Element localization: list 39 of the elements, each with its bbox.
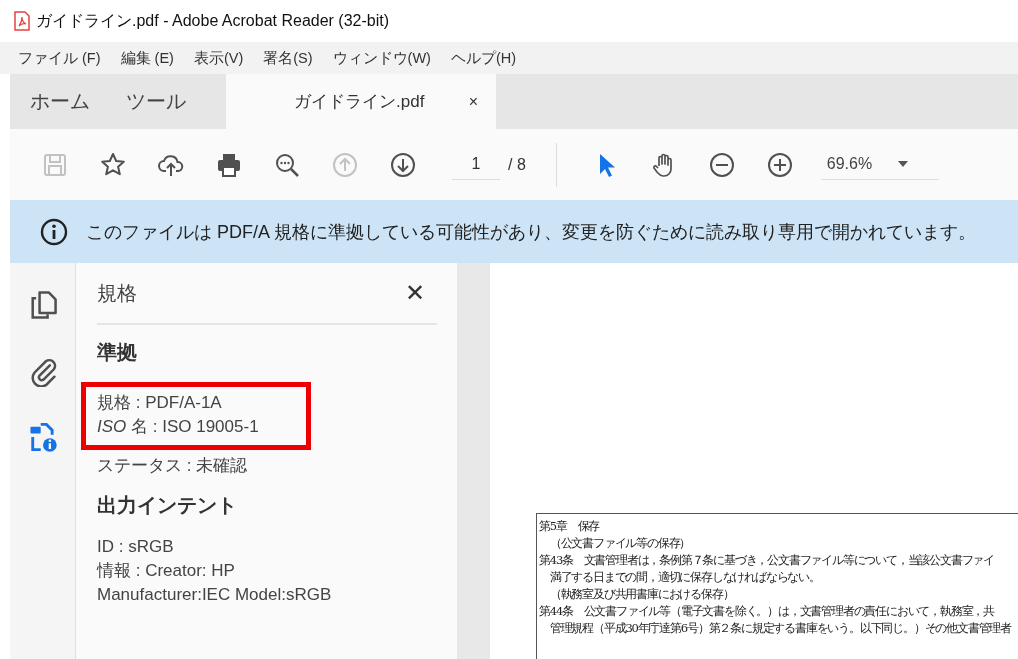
tab[interactable]: ホーム [10,74,108,129]
document-text: 管理規程（平成30年庁達第6号）第２条に規定する書庫をいう。以下同じ。）その他文書管理者 [548,620,1013,637]
document-text: （執務室及び共用書庫における保存） [548,586,735,603]
document-text: 第44条 公文書ファイル等（電子文書を除く。）は，文書管理者の責任において，執務室，共 [539,603,996,620]
banner-message: このファイルは PDF/A 規格に準拠している可能性があり、変更を防ぐために読み取り専用で開かれています。 [86,220,976,244]
property-text: ISO 名 : ISO 19005-1 [97,416,260,438]
zoom-in-icon [765,150,794,179]
tab[interactable]: ガイドライン.pdf × [226,74,496,129]
page-count: / 8 [508,155,526,174]
pdf-file-icon [14,11,30,31]
menu-item[interactable]: 表示(V) [187,48,250,68]
section-heading: 出力インテント [97,493,238,518]
close-button[interactable]: ✕ [405,279,437,307]
property-text: ステータス : 未確認 [97,455,249,477]
property-text: Manufacturer:IEC Model:sRGB [97,584,333,606]
arrow-down-icon [389,150,417,179]
menu-item[interactable]: ファイル (F) [12,48,107,68]
menu-item[interactable]: 署名(S) [257,48,319,68]
section-heading: 準拠 [97,340,138,365]
menu-item[interactable]: ウィンドウ(W) [326,48,437,68]
document-text: 満了する日までの間，適切に保存しなければならない。 [548,569,821,586]
page-number-field[interactable]: 1 [452,149,500,180]
zoom-out-icon [707,150,736,179]
caret-icon [898,161,909,167]
property-text: ID : sRGB [97,536,175,558]
tab[interactable]: ツール [108,74,204,129]
document-text: 第5章 保存 [539,518,601,535]
panel-title: 規格 [97,280,137,306]
close-tab-button[interactable]: × [464,90,482,113]
menu-item[interactable]: ヘルプ(H) [444,48,523,68]
window-title: ガイドライン.pdf - Adobe Acrobat Reader (32-bit) [36,10,390,31]
info-icon [40,217,68,246]
menu-item[interactable]: 編集 (E) [114,48,180,68]
property-text: 規格 : PDF/A-1A [97,392,223,414]
zoom-dropdown[interactable]: 69.6% [820,149,939,180]
arrow-up-icon [331,150,359,179]
document-text: 第43条 文書管理者は，条例第７条に基づき，公文書ファイル等について，当該公文書ファイ [539,552,996,569]
document-text: （公文書ファイル等の保存） [548,535,692,552]
property-text: 情報 : Creator: HP [97,560,236,582]
